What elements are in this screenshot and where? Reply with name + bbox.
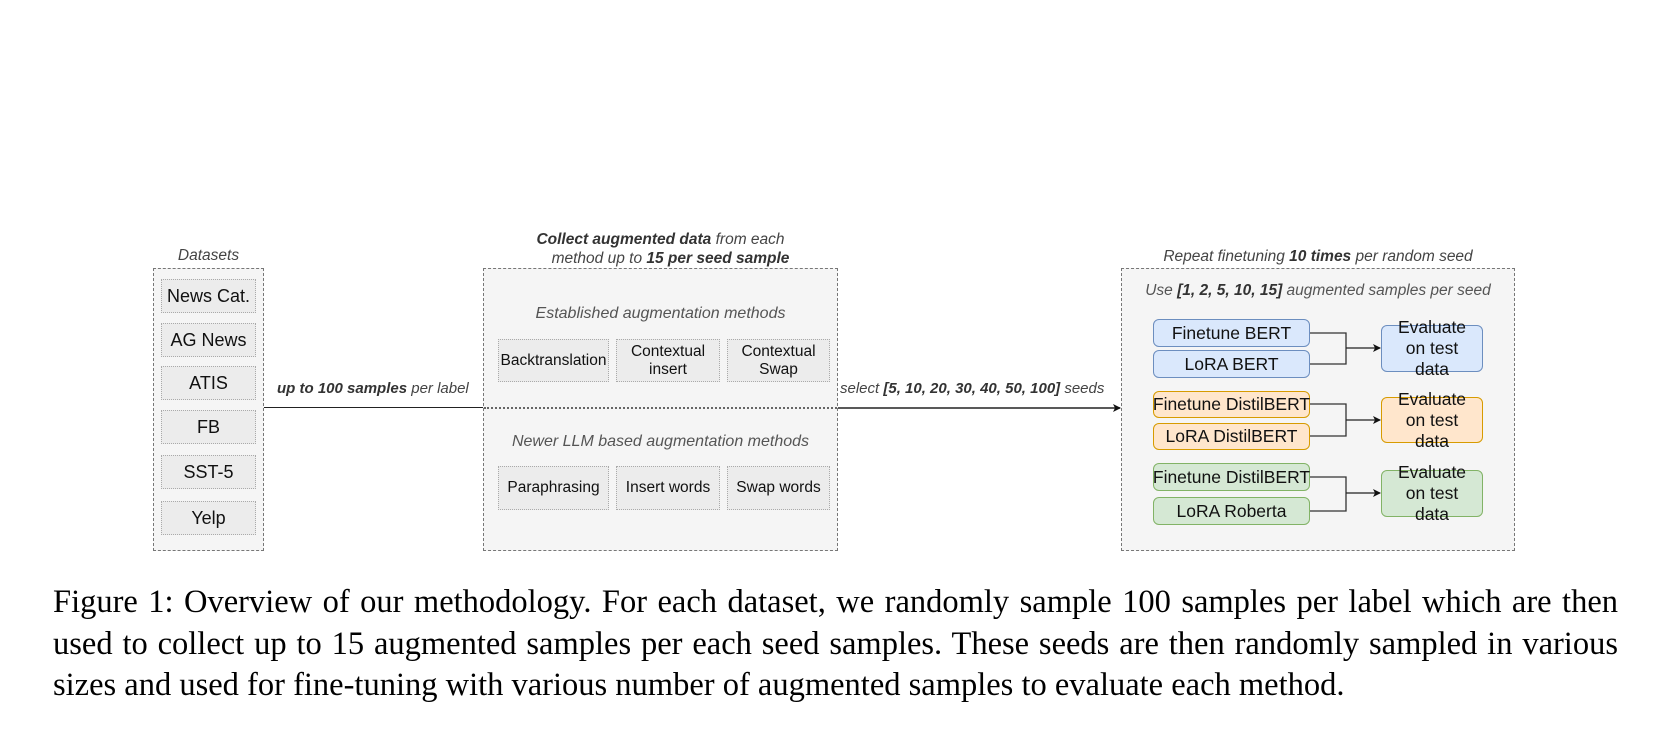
figure-caption: Figure 1: Overview of our methodology. F… [53,584,1618,703]
edge-label-samples-per-label: up to 100 samples per label [277,380,469,397]
dataset-item: News Cat. [161,279,256,313]
dataset-item: FB [161,410,256,444]
finetuning-title: Repeat finetuning 10 times per random se… [1121,247,1515,266]
edge2-bold: [5, 10, 20, 30, 40, 50, 100] [883,380,1061,397]
model-finetune-distilbert: Finetune DistilBERT [1153,391,1310,418]
edge-datasets-to-augmentation [264,407,483,408]
dataset-item: SST-5 [161,455,256,489]
finetuning-title-bold: 10 times [1289,248,1352,265]
method-paraphrasing: Paraphrasing [498,466,609,510]
edge-label-rest: per label [407,380,469,397]
model-finetune-distilbert-2: Finetune DistilBERT [1153,463,1310,491]
augmentation-title-rest: from each [711,231,785,248]
datasets-title: Datasets [177,247,240,264]
finetuning-title-pre: Repeat finetuning [1163,248,1290,265]
finetuning-subtitle-rest: augmented samples per seed [1282,282,1491,299]
finetuning-subtitle-pre: Use [1145,282,1178,299]
augmentation-title-line2: method up to 15 per seed sample [483,249,838,268]
edge2-pre: select [840,380,884,397]
edge-label-bold: up to 100 samples [277,380,408,397]
established-methods-label: Established augmentation methods [535,305,786,322]
model-lora-bert: LoRA BERT [1153,350,1310,378]
llm-methods-label: Newer LLM based augmentation methods [511,433,810,450]
dataset-item: Yelp [161,501,256,535]
finetuning-subtitle-bold: [1, 2, 5, 10, 15] [1177,282,1283,299]
edge2-rest: seeds [1060,380,1105,397]
method-backtranslation: Backtranslation [498,339,609,382]
method-insert-words: Insert words [616,466,720,510]
evaluate-node-distilbert: Evaluate on test data [1381,389,1483,451]
model-lora-distilbert: LoRA DistilBERT [1153,423,1310,450]
augmentation-divider [484,407,837,409]
edge-label-select-seeds: select [5, 10, 20, 30, 40, 50, 100] seed… [840,380,1104,397]
augmentation-title: Collect augmented data from each method … [483,230,838,268]
finetuning-title-rest: per random seed [1351,248,1473,265]
augmentation-title2-bold: 15 per seed sample [646,250,790,267]
augmentation-title2-pre: method up to [551,250,647,267]
evaluate-node-bert: Evaluate on test data [1381,317,1483,379]
dataset-item: ATIS [161,366,256,400]
dataset-item: AG News [161,323,256,357]
augmentation-title-line1: Collect augmented data from each [483,230,838,249]
method-swap-words: Swap words [727,466,830,510]
method-contextual-swap: Contextual Swap [727,339,830,382]
augmentation-title-bold: Collect augmented data [536,231,712,248]
model-finetune-bert: Finetune BERT [1153,319,1310,347]
evaluate-node-roberta: Evaluate on test data [1381,462,1483,524]
method-contextual-insert: Contextual insert [616,339,720,382]
model-lora-roberta: LoRA Roberta [1153,497,1310,525]
finetuning-subtitle: Use [1, 2, 5, 10, 15] augmented samples … [1121,282,1515,300]
